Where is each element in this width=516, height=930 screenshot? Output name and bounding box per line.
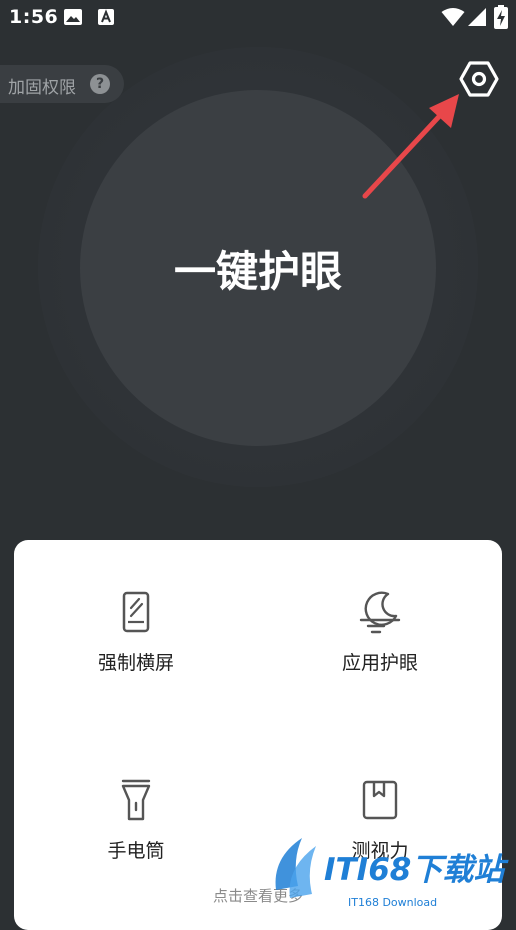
reinforce-permission-label: 加固权限 <box>8 78 76 98</box>
tutorial-arrow-icon <box>362 94 459 199</box>
wifi-icon <box>441 8 465 26</box>
text-a-icon <box>98 9 114 25</box>
feature-flashlight[interactable]: 手电筒 <box>36 778 236 863</box>
rotate-phone-icon <box>122 591 150 633</box>
feature-label: 手电筒 <box>107 840 165 862</box>
watermark-brand: ITI68下载站 <box>324 852 505 888</box>
settings-button[interactable] <box>459 59 499 99</box>
hexagon-settings-icon <box>459 61 499 97</box>
feature-app-eye-protect[interactable]: 应用护眼 <box>280 590 480 675</box>
feature-label: 强制横屏 <box>97 652 174 674</box>
signal-icon <box>468 8 486 26</box>
status-time: 1:56 <box>9 6 59 28</box>
watermark-logo: ITI68下载站 IT168 Download <box>268 830 516 917</box>
moon-lines-icon <box>359 591 401 634</box>
image-icon <box>64 9 82 25</box>
feature-label: 应用护眼 <box>341 652 418 674</box>
bookmark-book-icon <box>362 780 398 820</box>
help-icon: ? <box>90 74 110 94</box>
reinforce-permission-button[interactable]: 加固权限 ? <box>0 65 124 103</box>
status-bar: 1:56 <box>0 0 516 36</box>
battery-charging-icon <box>494 5 508 29</box>
watermark-sub: IT168 Download <box>348 896 438 909</box>
flashlight-icon <box>121 779 151 821</box>
feature-force-landscape[interactable]: 强制横屏 <box>36 590 236 675</box>
eye-protect-label: 一键护眼 <box>173 247 342 296</box>
